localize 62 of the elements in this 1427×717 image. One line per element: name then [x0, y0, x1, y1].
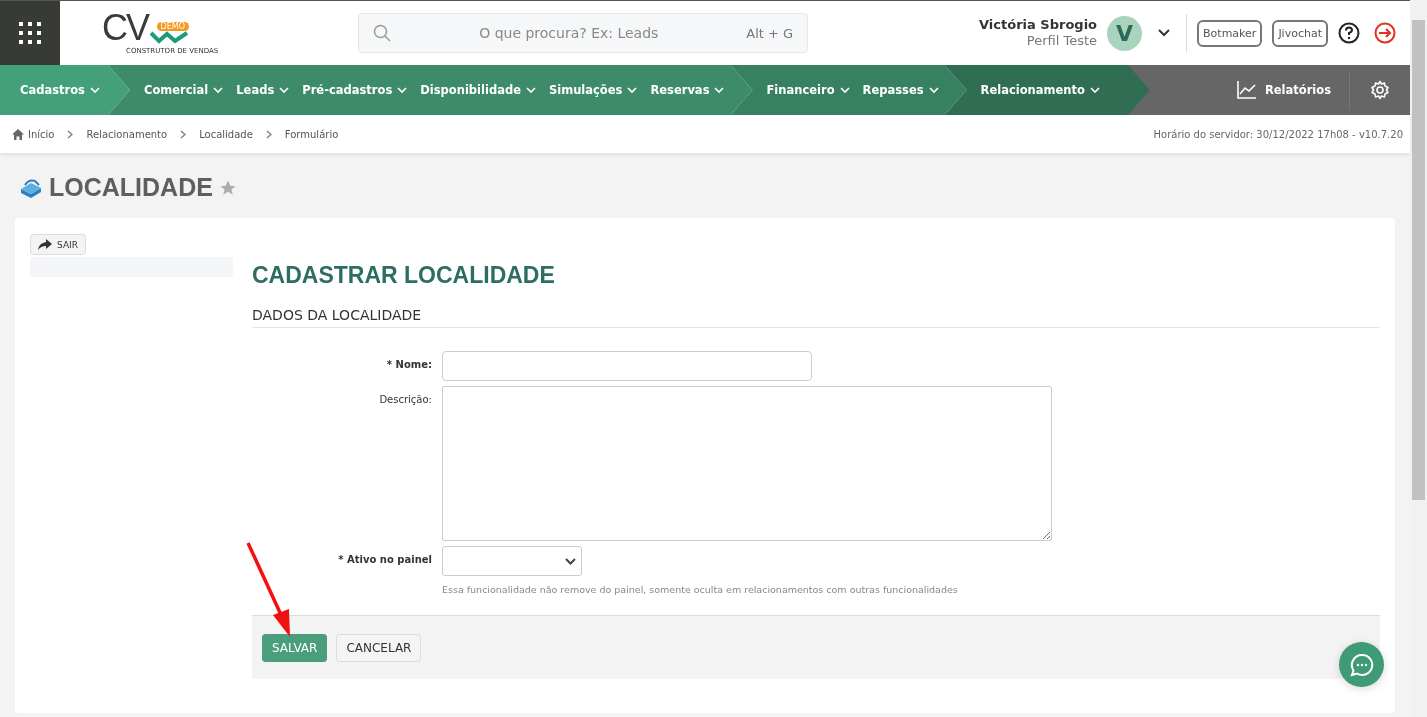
menu-item[interactable]: Disponibilidade — [420, 83, 536, 97]
search-field[interactable]: O que procura? Ex: Leads Alt + G — [358, 13, 809, 53]
chevron-down-icon — [714, 86, 725, 94]
chat-button[interactable]: Botmaker — [1197, 19, 1263, 47]
reports-link[interactable]: Relatórios — [1218, 81, 1349, 99]
wave-logo-icon — [149, 31, 189, 45]
scrollbar[interactable] — [1410, 0, 1427, 717]
help-icon[interactable] — [1338, 22, 1360, 44]
chevron-down-icon — [89, 86, 100, 94]
chevron-right-icon — [180, 129, 187, 139]
apps-menu-button[interactable] — [0, 1, 60, 65]
chevron-down-icon — [565, 557, 576, 565]
line-chart-icon — [1236, 81, 1257, 99]
chevron-down-icon[interactable] — [1158, 29, 1171, 37]
help-text: Essa funcionalidade não remove do painel, somente oculta em relacionamentos com outras funcionalidades — [442, 584, 958, 595]
exit-button[interactable]: SAIR — [30, 234, 86, 255]
home-icon — [12, 128, 24, 140]
section-heading: DADOS DA LOCALIDADE — [252, 307, 1380, 328]
form-title: CADASTRAR LOCALIDADE — [252, 262, 556, 289]
field-label: * Nome: — [385, 358, 432, 372]
chat-button[interactable]: Jivochat — [1272, 19, 1328, 47]
page-title: LOCALIDADE — [49, 173, 213, 202]
chevron-down-icon — [525, 86, 536, 94]
chevron-down-icon — [839, 86, 850, 94]
grid-icon — [18, 21, 42, 45]
chevron-right-icon — [265, 129, 272, 139]
save-button[interactable]: SALVAR — [262, 633, 328, 662]
search-input[interactable]: O que procura? Ex: Leads — [401, 24, 737, 42]
breadcrumb-link[interactable]: Início — [28, 128, 55, 140]
chevron-down-icon — [213, 86, 224, 94]
user-profile: Perfil Teste — [1026, 33, 1098, 49]
user-avatar[interactable]: V — [1107, 15, 1143, 51]
menu-item[interactable]: Leads — [236, 83, 290, 97]
menu-item[interactable]: Financeiro — [766, 83, 850, 97]
settings-icon[interactable] — [1370, 80, 1390, 100]
chevron-down-icon — [928, 86, 939, 94]
cancel-button[interactable]: CANCELAR — [336, 633, 422, 662]
menu-item[interactable]: Repasses — [862, 83, 939, 97]
chevron-down-icon — [627, 86, 638, 94]
shortcut-hint: Alt + G — [746, 25, 794, 41]
demo-badge: DEMO — [156, 22, 189, 31]
chevron-down-icon — [279, 86, 290, 94]
menu-item[interactable]: Comercial — [144, 83, 224, 97]
menu-item[interactable]: Reservas — [650, 83, 725, 97]
chevron-right-icon — [67, 129, 74, 139]
menu-item[interactable]: Relacionamento — [980, 83, 1100, 97]
menu-item[interactable]: Cadastros — [20, 83, 100, 97]
search-icon — [373, 24, 392, 42]
breadcrumb-link[interactable]: Localidade — [199, 128, 253, 140]
field-label: Descrição: — [378, 393, 432, 407]
chevron-down-icon — [1089, 86, 1100, 94]
name-input[interactable] — [442, 351, 812, 381]
share-arrow-icon — [38, 239, 52, 250]
field-label: * Ativo no painel — [337, 553, 432, 567]
user-name: Victória Sbrogio — [979, 17, 1098, 33]
chevron-down-icon — [397, 86, 408, 94]
chat-bubble-icon — [1348, 651, 1375, 678]
menu-item[interactable]: Simulações — [548, 83, 638, 97]
breadcrumb-link[interactable]: Relacionamento — [86, 128, 168, 140]
server-time: Horário do servidor: 30/12/2022 17h08 - v10.7.20 — [1153, 128, 1403, 140]
logout-icon[interactable] — [1374, 22, 1396, 44]
menu-item[interactable]: Pré-cadastros — [302, 83, 408, 97]
